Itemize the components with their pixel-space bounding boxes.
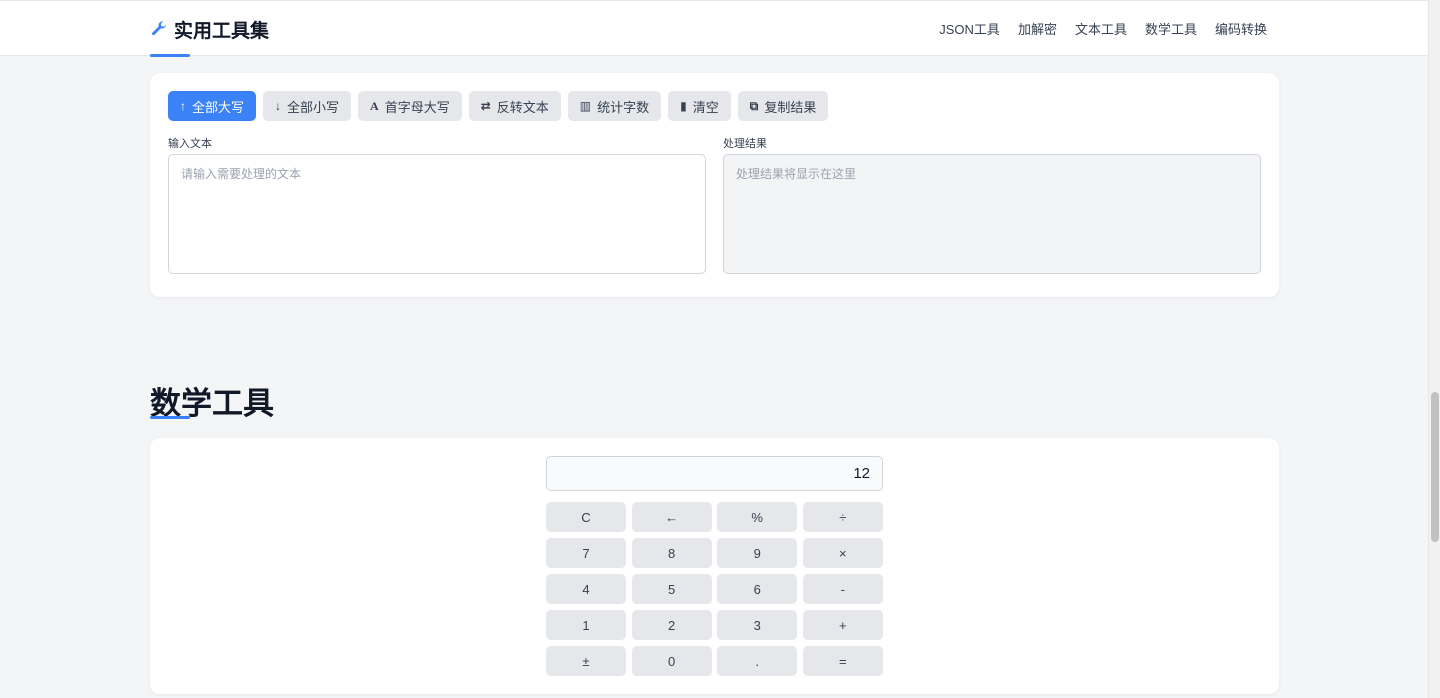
calculator-keypad: C ← % ÷ 7 8 9 × 4 5 6 - 1 2 3 + ± 0 . = [546,502,883,676]
arrow-up-icon: ↑ [180,99,186,113]
key-5[interactable]: 5 [631,574,712,604]
key-4[interactable]: 4 [546,574,626,604]
button-label: 全部小写 [287,99,340,115]
button-label: 首字母大写 [384,99,450,115]
key-7[interactable]: 7 [546,538,626,568]
nav-encoding[interactable]: 编码转换 [1215,19,1267,38]
brand-underline [150,54,190,57]
key-6[interactable]: 6 [717,574,798,604]
brand-title: 实用工具集 [174,20,270,42]
button-label: 复制结果 [764,99,817,115]
calculator-display: 12 [546,456,883,491]
key-clear[interactable]: C [546,502,626,532]
copy-icon: ⧉ [749,98,759,113]
nav-json-tools[interactable]: JSON工具 [939,19,1000,38]
nav-math-tools[interactable]: 数学工具 [1145,19,1197,38]
text-toolbar: ↑ 全部大写 ↓ 全部小写 A 首字母大写 ⇄ 反转文本 ▥ 统计字数 ▮ 清空… [168,91,829,121]
main-nav: JSON工具 加解密 文本工具 数学工具 编码转换 [939,19,1267,38]
wrench-icon [152,21,167,36]
uppercase-button[interactable]: ↑ 全部大写 [168,91,257,121]
button-label: 统计字数 [597,99,650,115]
capitalize-button[interactable]: A 首字母大写 [358,91,462,121]
key-negate[interactable]: ± [546,646,626,676]
copy-result-button[interactable]: ⧉ 复制结果 [737,91,829,121]
key-8[interactable]: 8 [631,538,712,568]
clear-button[interactable]: ▮ 清空 [668,91,731,121]
calculator-card: 12 C ← % ÷ 7 8 9 × 4 5 6 - 1 2 3 + ± 0 .… [150,438,1279,694]
key-2[interactable]: 2 [631,610,712,640]
button-label: 反转文本 [496,99,549,115]
key-decimal[interactable]: . [717,646,798,676]
key-3[interactable]: 3 [717,610,798,640]
output-textarea[interactable]: 处理结果将显示在这里 [723,154,1261,274]
font-icon: A [370,98,379,113]
text-tool-card: ↑ 全部大写 ↓ 全部小写 A 首字母大写 ⇄ 反转文本 ▥ 统计字数 ▮ 清空… [150,73,1279,297]
count-button[interactable]: ▥ 统计字数 [567,91,662,121]
reverse-button[interactable]: ⇄ 反转文本 [468,91,561,121]
button-label: 清空 [692,99,719,115]
brand[interactable]: 实用工具集 [150,17,270,42]
key-multiply[interactable]: × [802,538,883,568]
nav-crypto[interactable]: 加解密 [1018,19,1057,38]
bar-chart-icon: ▥ [579,99,592,113]
input-textarea[interactable]: 请输入需要处理的文本 [168,154,706,274]
lowercase-button[interactable]: ↓ 全部小写 [263,91,352,121]
output-label: 处理结果 [723,138,767,150]
page-scrollbar[interactable] [1428,0,1440,698]
button-label: 全部大写 [192,99,245,115]
input-label: 输入文本 [168,138,212,150]
key-backspace[interactable]: ← [631,502,712,532]
key-1[interactable]: 1 [546,610,626,640]
section-underline [150,416,190,419]
key-divide[interactable]: ÷ [802,502,883,532]
key-9[interactable]: 9 [717,538,798,568]
arrow-down-icon: ↓ [275,99,282,113]
key-subtract[interactable]: - [802,574,883,604]
swap-icon: ⇄ [480,99,491,113]
key-0[interactable]: 0 [631,646,712,676]
top-navbar: 实用工具集 JSON工具 加解密 文本工具 数学工具 编码转换 [0,0,1428,57]
scrollbar-thumb[interactable] [1431,392,1439,542]
key-percent[interactable]: % [717,502,798,532]
trash-icon: ▮ [680,99,687,113]
nav-text-tools[interactable]: 文本工具 [1075,19,1127,38]
key-add[interactable]: + [802,610,883,640]
key-equals[interactable]: = [802,646,883,676]
